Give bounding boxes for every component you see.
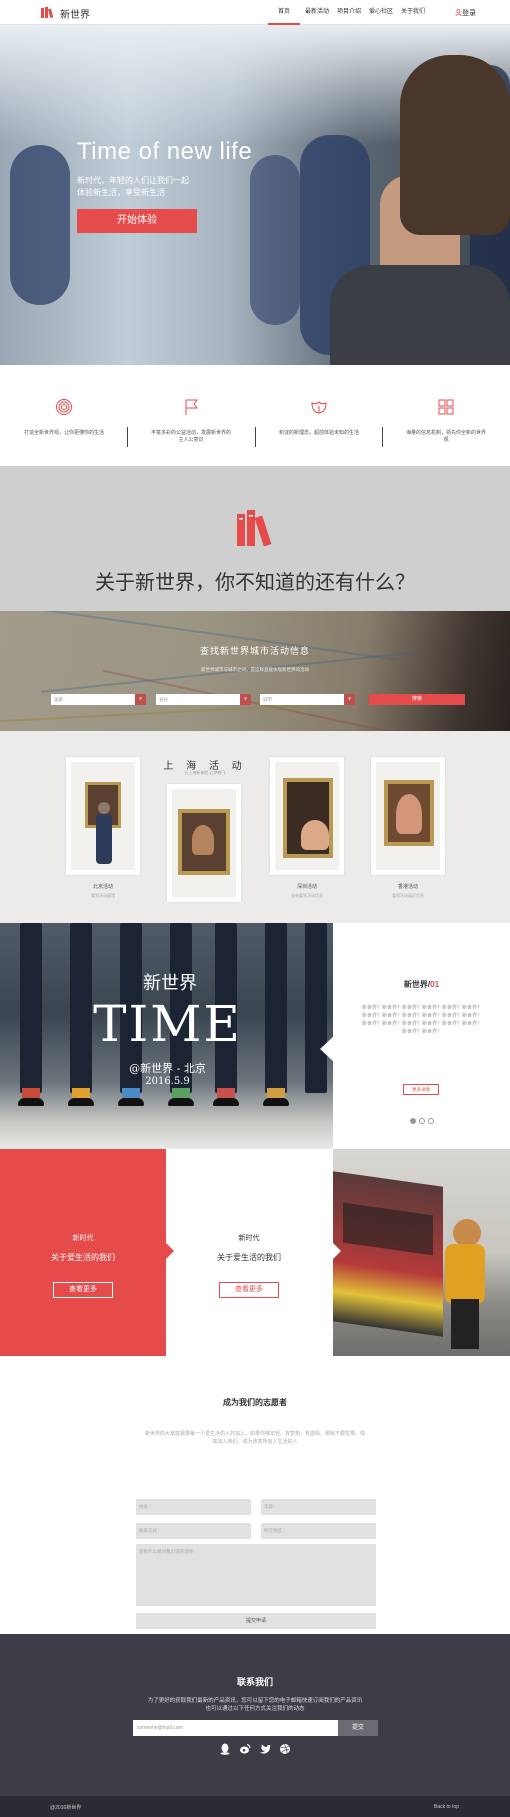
- nav-latest-events[interactable]: 最新活动: [302, 0, 332, 25]
- panel-heading: 关于爱生活的我们: [217, 1253, 281, 1262]
- time-info-card: [333, 923, 510, 1149]
- panel-heading: 关于爱生活的我们: [51, 1253, 115, 1262]
- email-input[interactable]: someone@mail.com: [133, 1720, 338, 1736]
- search-button[interactable]: 搜索: [369, 694, 465, 705]
- card-body: 新世界？新世界？新世界？新世界？新世界？新世界？新世界？新世界？新世界？新世界？…: [361, 1005, 482, 1035]
- card-pointer: [320, 1036, 334, 1062]
- copyright: @2016新世界: [50, 1805, 82, 1811]
- name-field[interactable]: 姓名：: [136, 1499, 251, 1515]
- feature-text: 积淀的新理念，超前体验未知的生活: [278, 430, 359, 436]
- nav-home[interactable]: 首页: [268, 0, 300, 25]
- feature-item-2: 丰富多彩的公益活动，发展新世界的主人公意识: [127, 398, 255, 444]
- twitter-icon[interactable]: [259, 1743, 271, 1755]
- time-overlay-place: @新世界 - 北京: [129, 1062, 206, 1075]
- divider: [127, 427, 128, 447]
- event-card-shanghai[interactable]: [167, 784, 241, 902]
- start-experience-button[interactable]: 开始体验: [77, 209, 197, 233]
- event-name: 深圳活动: [296, 884, 317, 890]
- lotus-icon: [311, 401, 327, 414]
- nav-community[interactable]: 爱心社区: [366, 0, 396, 25]
- chevron-down-icon: ▾: [240, 694, 251, 705]
- login-link[interactable]: 登录: [455, 8, 476, 18]
- view-more-button[interactable]: 查看更多: [219, 1282, 279, 1298]
- back-to-top-link[interactable]: Back to top: [434, 1804, 459, 1810]
- chevron-down-icon: ▾: [135, 694, 146, 705]
- contact-title: 联系我们: [236, 1677, 273, 1687]
- view-more-button[interactable]: 查看更多: [53, 1282, 113, 1298]
- grid-icon: [438, 399, 454, 415]
- logo-text[interactable]: 新世界: [60, 6, 90, 21]
- target-icon: [56, 399, 72, 415]
- login-label: 登录: [462, 10, 476, 17]
- volunteer-title: 成为我们的志愿者: [223, 1398, 287, 1407]
- feature-text: 丰富多彩的公益活动，发展新世界的主人公意识: [150, 430, 231, 443]
- submit-application-button[interactable]: 提交申请: [136, 1613, 376, 1629]
- city-select[interactable]: 城市 ▾: [260, 694, 355, 705]
- event-desc: 全新看到活动信息: [291, 893, 323, 898]
- hero-title: Time of new life: [77, 138, 253, 165]
- carousel-dot-2[interactable]: [419, 1118, 425, 1124]
- feature-item-4: 海量的信息机制，领先你全新的世界观: [382, 398, 510, 444]
- time-overlay-date: 2016.5.9: [145, 1076, 190, 1087]
- about-title: 关于新世界，你不知道的还有什么？: [95, 572, 415, 594]
- age-field[interactable]: 年龄：: [261, 1499, 376, 1515]
- region-field[interactable]: 所在地区：: [261, 1523, 376, 1539]
- chevron-down-icon: ▾: [344, 694, 355, 705]
- more-details-button[interactable]: 更多详情: [403, 1084, 439, 1095]
- time-overlay-title: 新世界: [143, 973, 197, 994]
- panel-label: 新时代: [238, 1235, 260, 1242]
- event-desc: 看到活动展馆: [91, 893, 115, 898]
- province-select[interactable]: 省份 ▾: [156, 694, 251, 705]
- contact-field[interactable]: 联系方式：: [136, 1523, 251, 1539]
- hero-subtitle: 新时代，年轻的人们让我们一起 体验新生活，享受新生活: [77, 176, 189, 197]
- qq-icon[interactable]: [219, 1743, 231, 1755]
- panel-label: 新时代: [72, 1235, 94, 1242]
- feature-item-3: 积淀的新理念，超前体验未知的生活: [255, 398, 383, 437]
- search-title: 查找新世界城市活动信息: [199, 646, 310, 656]
- event-name: 香港活动: [397, 884, 418, 890]
- weibo-icon[interactable]: [239, 1743, 251, 1755]
- top-navbar: 新世界 首页 最新活动 项目介绍 爱心社区 关于我们 登录: [0, 0, 510, 25]
- divider: [255, 427, 256, 447]
- event-name: 北京活动: [92, 884, 113, 890]
- carousel-dot-1[interactable]: [410, 1118, 416, 1124]
- event-desc: 看到活动展区信息: [392, 893, 424, 898]
- nav-projects[interactable]: 项目介绍: [334, 0, 364, 25]
- carousel-dot-3[interactable]: [428, 1118, 434, 1124]
- logo-icon[interactable]: [40, 6, 54, 18]
- dribbble-icon[interactable]: [279, 1743, 291, 1755]
- user-icon: [455, 9, 462, 17]
- event-card-shenzhen[interactable]: [270, 757, 344, 875]
- feature-text: 打造全新世界观，让你更懂你的生活: [23, 430, 104, 436]
- nav-about[interactable]: 关于我们: [398, 0, 428, 25]
- message-textarea[interactable]: 您有什么想对我们说的话呢：: [136, 1544, 376, 1606]
- search-subtitle: 新世界城市与城市之间，是这样直接体现新世界的活动: [201, 667, 309, 672]
- feature-item-1: 打造全新世界观，让你更懂你的生活: [0, 398, 128, 437]
- event-card-beijing[interactable]: [66, 757, 140, 875]
- subscribe-button[interactable]: 提交: [338, 1720, 378, 1736]
- books-icon: [237, 510, 272, 546]
- feature-text: 海量的信息机制，领先你全新的世界观: [405, 430, 486, 443]
- panel-pointer: [333, 1243, 341, 1259]
- train-image: [333, 1149, 510, 1356]
- volunteer-desc: 新世界的大家庭需要每一个爱生活的人的加入，如果你够年轻，有梦想，有激情，那就不要…: [145, 1431, 366, 1445]
- divider: [382, 427, 383, 447]
- event-card-hongkong[interactable]: [371, 757, 445, 875]
- time-overlay-big: TIME: [93, 995, 242, 1053]
- contact-desc: 为了更好的获取我们最新的产品资讯，您可以留下您的电子邮箱快速订阅我们的产品资讯 …: [147, 1698, 363, 1712]
- country-select[interactable]: 国家 ▾: [51, 694, 146, 705]
- gallery-subtitle: 让上海新体验 让梦想飞: [184, 770, 226, 775]
- card-title: 新世界/01: [403, 980, 440, 989]
- flag-icon: [185, 399, 198, 415]
